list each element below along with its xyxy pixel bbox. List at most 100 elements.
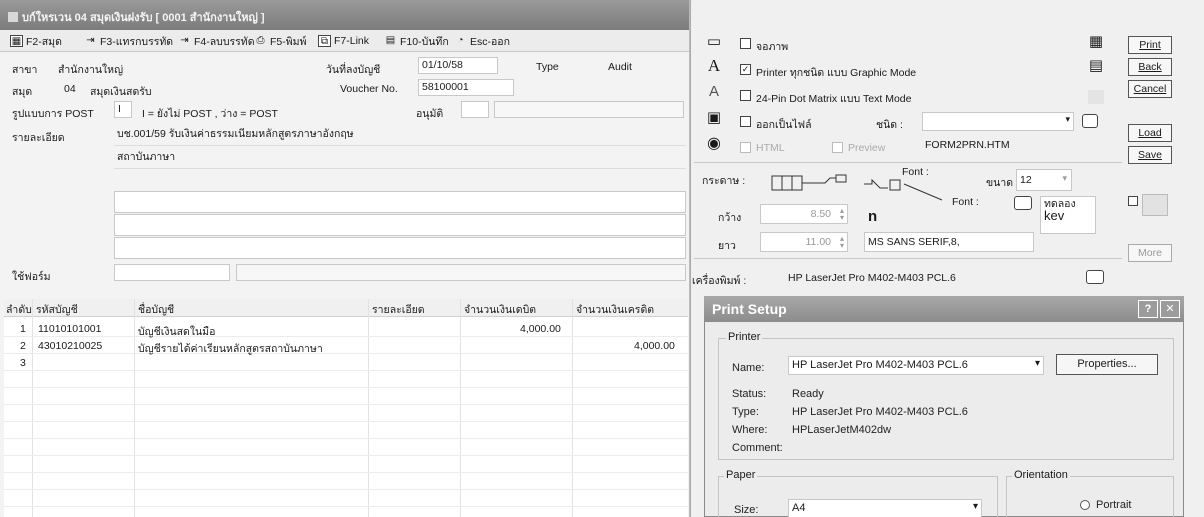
col-desc: รายละเอียด	[372, 304, 425, 316]
status-label: Status:	[732, 388, 767, 400]
detail-line-5[interactable]	[114, 237, 686, 259]
graphic-mode-checkbox[interactable]: ✓	[740, 64, 751, 75]
divider	[460, 299, 461, 517]
html-checkbox[interactable]	[740, 142, 751, 153]
back-button[interactable]: Back	[1128, 58, 1172, 76]
link-button[interactable]: ⧉ F7-Link	[318, 33, 369, 49]
file-type-label: ชนิด :	[876, 119, 903, 131]
print-setup-title-text: Print Setup	[712, 301, 787, 317]
chevron-down-icon: ▾	[1065, 114, 1070, 124]
preview-checkbox[interactable]	[832, 142, 843, 153]
size-label: ขนาด	[986, 177, 1014, 189]
date-label: วันที่ลงบัญชี	[326, 64, 381, 76]
font-name-field[interactable]: MS SANS SERIF,8,	[864, 232, 1034, 252]
where-value: HPLaserJetM402dw	[792, 424, 892, 436]
printer-name-select[interactable]: HP LaserJet Pro M402-M403 PCL.6 ▾	[788, 356, 1044, 375]
divider	[694, 258, 1122, 259]
divider	[572, 299, 573, 517]
width-spinner[interactable]: 8.50 ▴ ▾	[760, 204, 848, 224]
col-debit: จำนวนเงินเดบิต	[464, 304, 537, 316]
date-field[interactable]: 01/10/58	[418, 57, 498, 74]
divider	[4, 336, 688, 337]
post-hint: I = ยังไม่ POST , ว่าง = POST	[142, 108, 278, 120]
length-spinner[interactable]: 11.00 ▴ ▾	[760, 232, 848, 252]
size-select[interactable]: 12 ▾	[1016, 169, 1072, 191]
printer-icon: ⎙	[256, 35, 265, 46]
font-button[interactable]	[1014, 196, 1032, 210]
print-dialog-print-button[interactable]: Print	[1128, 36, 1172, 54]
font-label-2: Font :	[952, 196, 979, 208]
where-label: Where:	[732, 424, 768, 436]
disabled-icon	[1088, 90, 1104, 104]
filename-field[interactable]: FORM2PRN.HTM	[922, 138, 1074, 157]
printer-name-value: HP LaserJet Pro M402-M403 PCL.6	[792, 359, 968, 371]
approve-name-field[interactable]	[494, 101, 684, 118]
post-field[interactable]: I	[114, 101, 132, 118]
approve-field[interactable]	[461, 101, 489, 118]
window-title-text: บก์ใหรเวน 04 สมุดเงินฝงรับ [ 0001 สำนักง…	[22, 12, 265, 24]
status-value: Ready	[792, 388, 824, 400]
divider	[368, 299, 369, 517]
form-name-field[interactable]	[236, 264, 686, 281]
insert-line-button[interactable]: ⇥ F3-แทรกบรรทัด	[84, 33, 173, 49]
paper-feed-icon	[771, 174, 847, 191]
detail-line-2[interactable]: สถาบันภาษา	[114, 147, 686, 164]
divider	[4, 472, 688, 473]
printer-settings-icon[interactable]: ▦	[1088, 34, 1104, 50]
image-placeholder-icon	[1142, 194, 1168, 216]
save-settings-button[interactable]: Save	[1128, 146, 1172, 164]
row-acct-name: บัญชีรายได้ค่าเรียนหลักสูตรสถาบันภาษา	[138, 343, 323, 355]
print-setup-title: Print Setup	[704, 296, 1184, 322]
voucher-field[interactable]: 58100001	[418, 79, 514, 96]
orientation-group	[1006, 476, 1174, 517]
paper-label: กระดาษ :	[702, 175, 746, 187]
spinner-arrows-icon: ▴ ▾	[839, 206, 844, 222]
divider	[134, 299, 135, 517]
cancel-button[interactable]: Cancel	[1128, 80, 1172, 98]
chevron-down-icon: ▾	[1062, 173, 1067, 183]
col-acct-name: ชื่อบัญชี	[138, 304, 175, 316]
close-button[interactable]: ✕	[1160, 300, 1180, 318]
row-seq: 2	[20, 340, 26, 352]
size-label: Size:	[734, 504, 759, 516]
print-button[interactable]: ⎙ F5-พิมพ์	[254, 33, 307, 49]
toolbar: ▦ F2-สมุด ⇥ F3-แทรกบรรทัด ⇥ F4-ลบบรรทัด ⎙ F5…	[0, 30, 689, 52]
screen-checkbox[interactable]	[740, 38, 751, 49]
book-button[interactable]: ▦ F2-สมุด	[10, 33, 62, 49]
form-code-field[interactable]	[114, 264, 230, 281]
save-button[interactable]: ▤ F10-บันทึก	[384, 33, 449, 49]
properties-button[interactable]: Properties...	[1056, 354, 1158, 375]
window-title: บก์ใหรเวน 04 สมุดเงินฝงรับ [ 0001 สำนักง…	[0, 0, 689, 30]
paper-size-select[interactable]: A4 ▾	[788, 499, 982, 517]
book-icon: ▦	[10, 35, 23, 47]
row-credit: 4,000.00	[634, 340, 675, 352]
load-button[interactable]: Load	[1128, 124, 1172, 142]
detail-line-1[interactable]: บช.001/59 รับเงินค่าธรรมเนียมหลักสูตรภาษ…	[114, 124, 686, 141]
chevron-down-icon: ▾	[972, 501, 978, 512]
help-button[interactable]: ?	[1138, 300, 1158, 318]
option-checkbox[interactable]	[1128, 196, 1138, 206]
exit-button[interactable]: ◔ Esc-ออก	[454, 33, 510, 49]
portrait-radio[interactable]	[1080, 500, 1090, 510]
delete-line-button[interactable]: ⇥ F4-ลบบรรทัด	[178, 33, 254, 49]
dotmatrix-checkbox[interactable]	[740, 90, 751, 101]
more-button[interactable]: More	[1128, 244, 1172, 262]
divider	[4, 404, 688, 405]
test-box[interactable]: ทดลอง kev	[1040, 196, 1096, 234]
printer-label: เครื่องพิมพ์ :	[692, 275, 747, 287]
to-file-checkbox[interactable]	[740, 116, 751, 127]
file-type-select[interactable]: ▾	[922, 112, 1074, 131]
print-preview-icon[interactable]: ▤	[1088, 58, 1104, 74]
browse-button[interactable]	[1082, 114, 1098, 128]
chevron-down-icon: ▾	[1034, 358, 1040, 369]
globe-icon: ◉	[707, 135, 721, 152]
floppy-icon: ▣	[706, 109, 722, 126]
calendar-icon: ▤	[385, 35, 396, 46]
detail-line-3[interactable]	[114, 191, 686, 213]
link-icon: ⧉	[318, 35, 331, 47]
detail-line-4[interactable]	[114, 214, 686, 236]
branch-value: สำนักงานใหญ่	[58, 64, 124, 76]
length-value: 11.00	[805, 236, 832, 248]
printer-select-button[interactable]	[1086, 270, 1104, 284]
app-icon	[8, 12, 18, 22]
